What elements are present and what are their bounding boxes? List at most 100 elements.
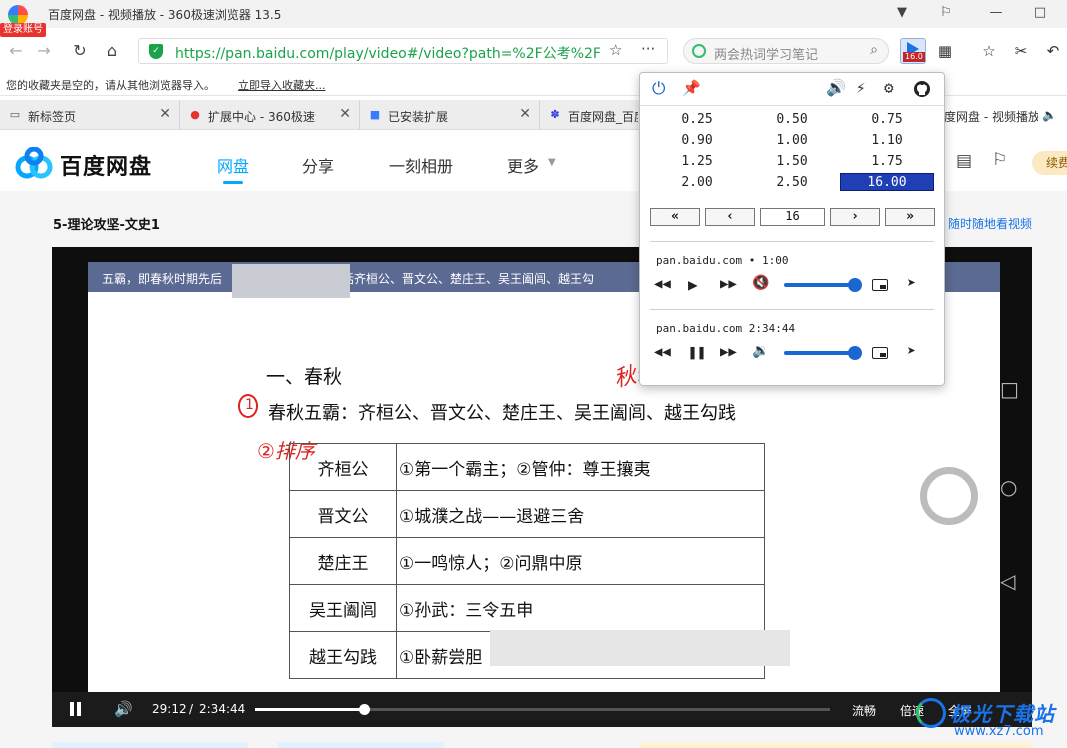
slower-button[interactable]: ‹ [705, 208, 755, 226]
speed-option[interactable]: 1.00 [745, 132, 839, 150]
clipboard-icon[interactable]: ▤ [956, 151, 972, 171]
table-row: 晋文公 ①城濮之战——退避三舍 [289, 490, 765, 538]
minimize-button[interactable]: — [982, 2, 1010, 24]
close-icon[interactable]: ✕ [339, 106, 351, 122]
pin-icon[interactable]: 📌 [682, 79, 701, 97]
annotation-circle: 1 [238, 394, 258, 418]
play-icon[interactable]: ▶ [688, 275, 698, 294]
speed-option[interactable]: 0.25 [650, 111, 744, 129]
nav-more[interactable]: 更多 [507, 153, 539, 177]
baidu-pan-logo-text[interactable]: 百度网盘 [60, 149, 152, 181]
maximize-button[interactable]: □ [1026, 2, 1054, 24]
slowest-button[interactable]: « [650, 208, 700, 226]
quality-button[interactable]: 流畅 [852, 702, 876, 719]
fast-forward-icon[interactable]: ▶▶ [720, 344, 737, 360]
reload-icon[interactable]: ↻ [68, 39, 92, 63]
picture-in-picture-icon[interactable] [872, 347, 888, 359]
shirt-icon[interactable]: ⚐ [932, 2, 960, 24]
speed-value-input[interactable]: 16 [760, 208, 825, 226]
muted-volume-icon[interactable]: 🔇 [752, 275, 769, 291]
media-title: pan.baidu.com • 1:00 [656, 254, 789, 267]
speed-option[interactable]: 0.90 [650, 132, 744, 150]
power-icon[interactable]: ⏻ [652, 79, 665, 99]
progress-handle[interactable] [358, 704, 370, 715]
more-icon[interactable]: ··· [641, 40, 655, 58]
table-cell: ①城濮之战——退避三舍 [396, 490, 765, 538]
speed-option[interactable]: 1.50 [745, 153, 839, 171]
tab-video-play[interactable]: 度网盘 - 视频播放 🔈 [940, 100, 1067, 130]
fastest-button[interactable]: » [885, 208, 935, 226]
speed-option[interactable]: 0.50 [745, 111, 839, 129]
watch-anytime-link[interactable]: 随时随地看视频 [948, 215, 1032, 232]
picture-in-picture-icon[interactable] [872, 279, 888, 291]
rewind-icon[interactable]: ◀◀ [654, 276, 671, 292]
faster-button[interactable]: › [830, 208, 880, 226]
speed-option[interactable]: 2.50 [745, 174, 839, 192]
rewind-icon[interactable]: ◀◀ [654, 344, 671, 360]
github-icon[interactable] [913, 80, 931, 98]
speed-option[interactable]: 1.10 [840, 132, 934, 150]
pause-icon[interactable]: ❚❚ [688, 343, 706, 361]
tab-installed-extensions[interactable]: ■ 已安装扩展 ✕ [360, 100, 540, 130]
volume-slider-handle[interactable] [848, 346, 862, 360]
nav-album[interactable]: 一刻相册 [389, 153, 453, 177]
tab-label: 新标签页 [28, 110, 77, 124]
speed-option[interactable]: 1.25 [650, 153, 744, 171]
speed-option[interactable]: 2.00 [650, 174, 744, 192]
volume-slider[interactable] [784, 346, 862, 360]
skin-shirt-icon[interactable]: ⚐ [992, 150, 1007, 170]
back-icon[interactable]: ← [4, 39, 28, 63]
tab-extension-center[interactable]: ● 扩展中心 - 360极速浏 ✕ [180, 100, 360, 130]
speed-option[interactable]: 1.75 [840, 153, 934, 171]
circle-icon: ○ [1000, 475, 1018, 499]
cursor-icon[interactable]: ➤ [907, 274, 916, 292]
search-icon[interactable]: ⌕ [870, 42, 878, 58]
browser-logo-icon [8, 5, 28, 25]
close-icon[interactable]: ✕ [519, 106, 531, 122]
tab-label: 百度网盘_百度 [568, 110, 638, 124]
close-icon[interactable]: ✕ [159, 106, 171, 122]
chevron-down-icon[interactable]: ▼ [548, 157, 556, 168]
bookmark-empty-text: 您的收藏夹是空的，请从其他浏览器导入。 [6, 79, 215, 92]
bottom-strip [52, 742, 1032, 748]
ring-icon [920, 467, 978, 525]
fast-forward-icon[interactable]: ▶▶ [720, 276, 737, 292]
window-title: 百度网盘 - 视频播放 - 360极速浏览器 13.5 [48, 8, 282, 22]
bookmark-star-icon[interactable]: ☆ [609, 41, 622, 59]
tab-label: 扩展中心 - 360极速浏 [208, 110, 316, 124]
scissors-icon[interactable]: ✂ [1010, 40, 1032, 62]
home-icon[interactable]: ⌂ [100, 39, 124, 63]
nav-share[interactable]: 分享 [302, 153, 334, 177]
slide-line: 春秋五霸：齐桓公、晋文公、楚庄王、吴王阖闾、越王勾践 [268, 403, 736, 424]
audio-icon[interactable]: 🔈 [1042, 108, 1057, 122]
progress-fill [255, 708, 364, 711]
baidu-pan-logo-icon[interactable] [14, 147, 54, 179]
search-input[interactable]: 两会热词学习笔记 ⌕ [683, 38, 889, 64]
import-bookmarks-link[interactable]: 立即导入收藏夹... [238, 77, 326, 93]
login-badge[interactable]: 登录账号 [0, 23, 46, 37]
volume-slider[interactable] [784, 278, 862, 292]
speed-option-active[interactable]: 16.00 [840, 173, 934, 191]
renew-button[interactable]: 续费 [1032, 151, 1067, 175]
volume-slider-handle[interactable] [848, 278, 862, 292]
gear-icon[interactable]: ⚙ [884, 78, 894, 97]
tab-new-tab[interactable]: ▭ 新标签页 ✕ [0, 100, 180, 130]
apps-grid-icon[interactable]: ▦ [934, 40, 956, 62]
progress-bar[interactable] [255, 704, 830, 715]
forward-icon[interactable]: → [32, 39, 56, 63]
volume-icon[interactable]: 🔊 [826, 78, 846, 97]
pause-icon[interactable] [70, 702, 82, 716]
favorites-icon[interactable]: ☆ [978, 40, 1000, 62]
url-text[interactable]: https://pan.baidu.com/play/video#/video?… [175, 43, 605, 63]
lightning-icon[interactable]: ⚡ [856, 78, 866, 97]
tab-baidu-pan[interactable]: ✽ 百度网盘_百度 [540, 100, 640, 130]
url-field[interactable]: ✓ https://pan.baidu.com/play/video#/vide… [138, 38, 668, 64]
volume-icon[interactable]: 🔊 [114, 700, 133, 718]
nav-netdisk[interactable]: 网盘 [217, 153, 249, 177]
undo-icon[interactable]: ↶ [1042, 40, 1064, 62]
speed-option[interactable]: 0.75 [840, 111, 934, 129]
cursor-icon[interactable]: ➤ [907, 342, 916, 360]
volume-icon[interactable]: 🔉 [752, 343, 769, 359]
skin-icon[interactable]: ▼ [888, 2, 916, 24]
video-speed-extension-button[interactable]: 16.0 [900, 38, 926, 64]
